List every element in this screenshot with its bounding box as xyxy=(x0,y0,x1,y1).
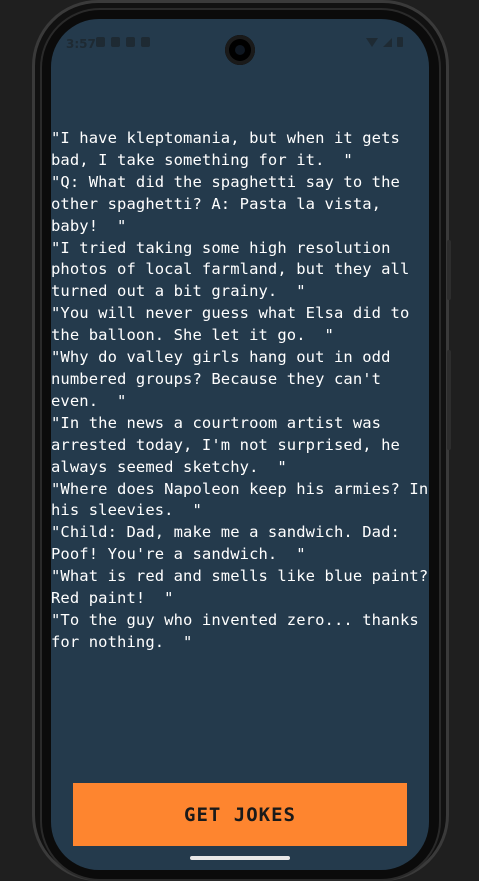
shield-icon xyxy=(111,37,120,47)
status-bar: 3:57 xyxy=(51,19,429,69)
do-not-disturb-icon xyxy=(96,37,105,47)
volume-button xyxy=(447,240,451,300)
battery-icon xyxy=(397,37,403,47)
joke-item: "You will never guess what Elsa did to t… xyxy=(51,304,419,345)
status-time: 3:57 xyxy=(66,37,96,51)
status-icons-right xyxy=(366,37,403,47)
home-indicator[interactable] xyxy=(190,856,290,860)
wifi-icon xyxy=(366,38,378,47)
device-frame: 3:57 "I have kleptomania, but when it ge… xyxy=(0,0,479,881)
app-screen: 3:57 "I have kleptomania, but when it ge… xyxy=(51,19,429,870)
joke-item: "Q: What did the spaghetti say to the ot… xyxy=(51,172,410,235)
sim-icon xyxy=(126,37,135,47)
joke-item: "To the guy who invented zero... thanks … xyxy=(51,610,429,651)
joke-list: "I have kleptomania, but when it gets ba… xyxy=(51,128,429,654)
front-camera xyxy=(225,35,255,65)
joke-item: "I have kleptomania, but when it gets ba… xyxy=(51,129,410,169)
power-button xyxy=(447,350,451,450)
joke-item: "In the news a courtroom artist was arre… xyxy=(51,413,410,476)
joke-item: "Why do valley girls hang out in odd num… xyxy=(51,348,400,410)
notification-icon xyxy=(141,37,150,47)
joke-item: "I tried taking some high resolution pho… xyxy=(51,238,419,301)
signal-icon xyxy=(383,38,392,47)
joke-item: "Child: Dad, make me a sandwich. Dad: Po… xyxy=(51,523,410,564)
status-icons-left xyxy=(96,37,150,47)
get-jokes-button[interactable]: GET JOKES xyxy=(73,783,407,846)
joke-item: "What is red and smells like blue paint?… xyxy=(51,567,429,608)
joke-item: "Where does Napoleon keep his armies? In… xyxy=(51,479,429,520)
